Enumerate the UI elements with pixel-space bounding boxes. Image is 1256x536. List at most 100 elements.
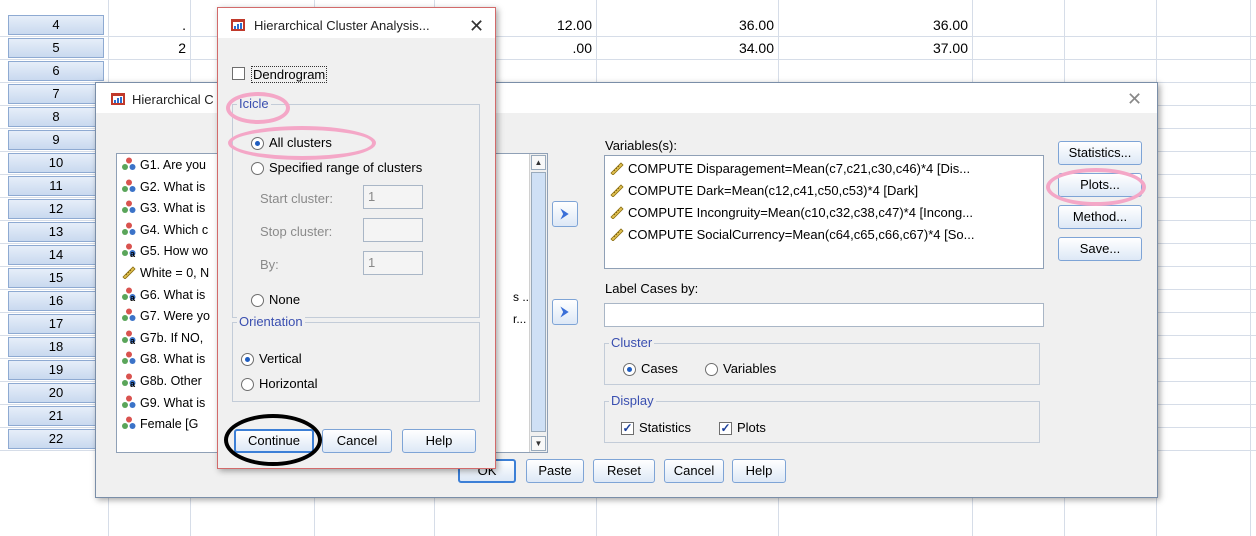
list-item[interactable]: a G5. How wo bbox=[121, 242, 231, 260]
table-cell[interactable]: 12.00 bbox=[502, 14, 592, 37]
continue-button[interactable]: Continue bbox=[234, 429, 314, 453]
cancel-button[interactable]: Cancel bbox=[322, 429, 392, 453]
table-cell[interactable] bbox=[96, 60, 186, 83]
cases-radio[interactable] bbox=[623, 363, 636, 376]
paste-button[interactable]: Paste bbox=[526, 459, 584, 483]
save-button[interactable]: Save... bbox=[1058, 237, 1142, 261]
table-cell[interactable]: 34.00 bbox=[684, 37, 774, 60]
list-item[interactable]: G9. What is bbox=[121, 394, 231, 412]
row-header[interactable]: 18 bbox=[8, 337, 104, 357]
start-cluster-field[interactable]: 1 bbox=[363, 185, 423, 209]
move-to-variables-button[interactable] bbox=[552, 201, 578, 227]
list-item[interactable]: White = 0, N bbox=[121, 264, 231, 282]
row-header[interactable]: 11 bbox=[8, 176, 104, 196]
specified-range-label[interactable]: Specified range of clusters bbox=[269, 160, 422, 175]
row-header[interactable]: 19 bbox=[8, 360, 104, 380]
by-label: By: bbox=[260, 257, 279, 272]
cases-radio-label[interactable]: Cases bbox=[641, 361, 678, 376]
all-clusters-label[interactable]: All clusters bbox=[269, 135, 332, 150]
list-fragment: r... bbox=[513, 312, 527, 326]
list-item[interactable]: COMPUTE Incongruity=Mean(c10,c32,c38,c47… bbox=[609, 204, 1041, 222]
list-item[interactable]: COMPUTE Dark=Mean(c12,c41,c50,c53)*4 [Da… bbox=[609, 182, 1041, 200]
row-header[interactable]: 6 bbox=[8, 61, 104, 81]
reset-button[interactable]: Reset bbox=[593, 459, 655, 483]
list-item[interactable]: G1. Are you bbox=[121, 156, 231, 174]
scroll-up-arrow[interactable]: ▲ bbox=[531, 155, 546, 170]
row-header[interactable]: 22 bbox=[8, 429, 104, 449]
row-header[interactable]: 13 bbox=[8, 222, 104, 242]
scroll-thumb[interactable] bbox=[531, 172, 546, 432]
table-cell[interactable] bbox=[684, 60, 774, 83]
list-item[interactable]: a G7b. If NO, bbox=[121, 329, 231, 347]
row-header[interactable]: 12 bbox=[8, 199, 104, 219]
row-header[interactable]: 5 bbox=[8, 38, 104, 58]
row-header[interactable]: 10 bbox=[8, 153, 104, 173]
close-icon[interactable]: ✕ bbox=[1127, 90, 1142, 108]
scale-icon bbox=[609, 161, 625, 176]
row-header[interactable]: 15 bbox=[8, 268, 104, 288]
list-item-label: G8b. Other bbox=[140, 374, 202, 388]
help-button[interactable]: Help bbox=[732, 459, 786, 483]
list-item[interactable]: G4. Which c bbox=[121, 221, 231, 239]
dendrogram-checkbox[interactable] bbox=[232, 67, 245, 80]
all-clusters-radio[interactable] bbox=[251, 137, 264, 150]
horizontal-label[interactable]: Horizontal bbox=[259, 376, 318, 391]
variables-radio[interactable] bbox=[705, 363, 718, 376]
method-button[interactable]: Method... bbox=[1058, 205, 1142, 229]
row-header[interactable]: 20 bbox=[8, 383, 104, 403]
row-header[interactable]: 14 bbox=[8, 245, 104, 265]
label-cases-field[interactable] bbox=[604, 303, 1044, 327]
stop-cluster-field[interactable] bbox=[363, 218, 423, 242]
list-item[interactable]: a G6. What is bbox=[121, 286, 231, 304]
statistics-checkbox-label[interactable]: Statistics bbox=[639, 420, 691, 435]
row-header[interactable]: 7 bbox=[8, 84, 104, 104]
list-item[interactable]: Female [G bbox=[121, 415, 231, 433]
list-item[interactable]: COMPUTE SocialCurrency=Mean(c64,c65,c66,… bbox=[609, 226, 1041, 244]
table-row: 4. 12.00 36.00 36.00 bbox=[0, 14, 1256, 37]
plots-button[interactable]: Plots... bbox=[1058, 173, 1142, 197]
none-label[interactable]: None bbox=[269, 292, 300, 307]
move-to-label-button[interactable] bbox=[552, 299, 578, 325]
plots-checkbox-label[interactable]: Plots bbox=[737, 420, 766, 435]
cancel-button[interactable]: Cancel bbox=[664, 459, 724, 483]
table-cell[interactable]: 36.00 bbox=[684, 14, 774, 37]
row-header[interactable]: 9 bbox=[8, 130, 104, 150]
row-header[interactable]: 17 bbox=[8, 314, 104, 334]
statistics-checkbox[interactable]: ✓ bbox=[621, 422, 634, 435]
vertical-radio[interactable] bbox=[241, 353, 254, 366]
statistics-button[interactable]: Statistics... bbox=[1058, 141, 1142, 165]
list-item[interactable]: G2. What is bbox=[121, 178, 231, 196]
list-item[interactable]: G7. Were yo bbox=[121, 307, 231, 325]
dendrogram-label[interactable]: Dendrogram bbox=[251, 66, 328, 83]
plots-checkbox[interactable]: ✓ bbox=[719, 422, 732, 435]
table-cell[interactable]: 37.00 bbox=[878, 37, 968, 60]
table-cell[interactable] bbox=[878, 60, 968, 83]
none-radio[interactable] bbox=[251, 294, 264, 307]
list-item[interactable]: COMPUTE Disparagement=Mean(c7,c21,c30,c4… bbox=[609, 160, 1041, 178]
row-header[interactable]: 21 bbox=[8, 406, 104, 426]
table-cell[interactable]: 36.00 bbox=[878, 14, 968, 37]
list-scrollbar[interactable]: ▲ ▼ bbox=[529, 154, 547, 452]
close-icon[interactable]: ✕ bbox=[469, 17, 484, 35]
orientation-group-label: Orientation bbox=[237, 314, 305, 329]
variables-radio-label[interactable]: Variables bbox=[723, 361, 776, 376]
specified-range-radio[interactable] bbox=[251, 162, 264, 175]
table-cell[interactable]: . bbox=[96, 14, 186, 37]
variables-list[interactable]: COMPUTE Disparagement=Mean(c7,c21,c30,c4… bbox=[604, 155, 1044, 269]
help-button[interactable]: Help bbox=[402, 429, 476, 453]
table-cell[interactable]: 2 bbox=[96, 37, 186, 60]
table-cell[interactable]: .00 bbox=[502, 37, 592, 60]
by-field[interactable]: 1 bbox=[363, 251, 423, 275]
row-header[interactable]: 16 bbox=[8, 291, 104, 311]
list-item[interactable]: a G8b. Other bbox=[121, 372, 231, 390]
list-item[interactable]: G8. What is bbox=[121, 350, 231, 368]
row-header[interactable]: 4 bbox=[8, 15, 104, 35]
list-item-label: G3. What is bbox=[140, 201, 206, 216]
scroll-down-arrow[interactable]: ▼ bbox=[531, 436, 546, 451]
horizontal-radio[interactable] bbox=[241, 378, 254, 391]
row-header[interactable]: 8 bbox=[8, 107, 104, 127]
orientation-group: Orientation Vertical Horizontal bbox=[232, 314, 480, 402]
vertical-label[interactable]: Vertical bbox=[259, 351, 302, 366]
table-cell[interactable] bbox=[502, 60, 592, 83]
list-item[interactable]: G3. What is bbox=[121, 199, 231, 217]
